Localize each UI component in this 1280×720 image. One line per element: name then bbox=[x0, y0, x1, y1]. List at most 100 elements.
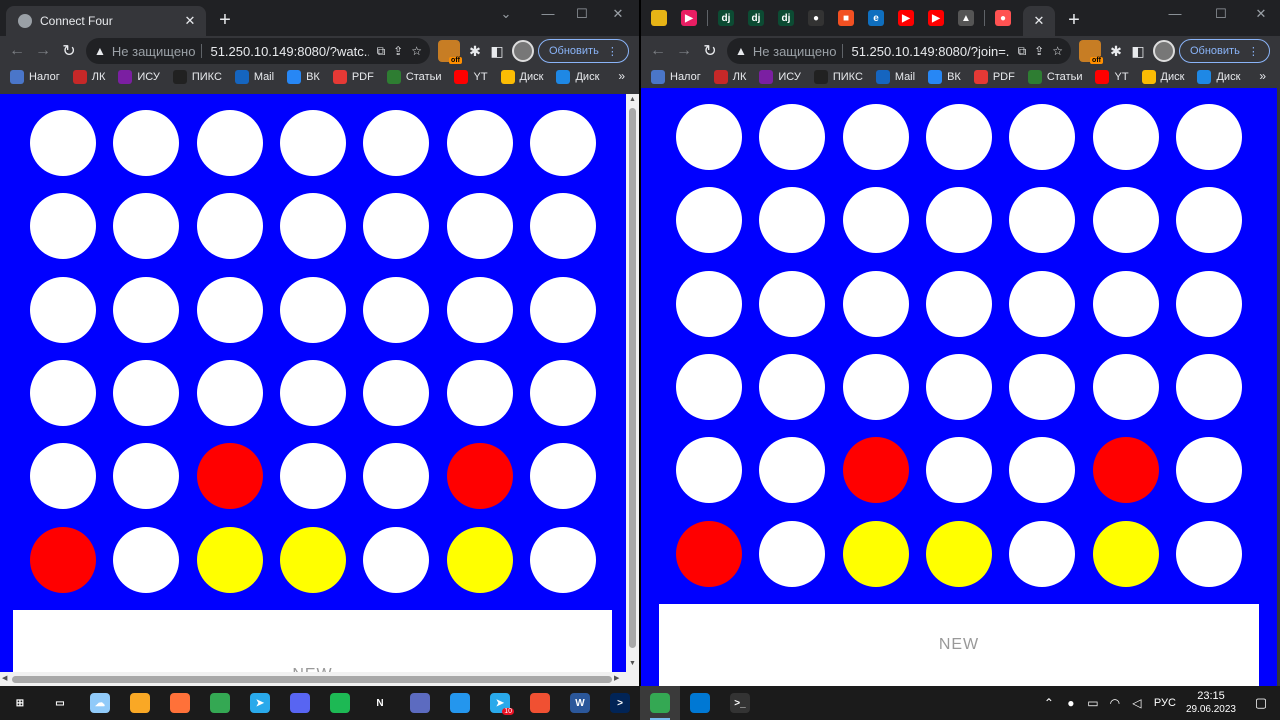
sidepanel-icon[interactable]: ◧ bbox=[1127, 40, 1149, 62]
bookmark-8[interactable]: YT bbox=[454, 70, 488, 84]
new-tab-button[interactable]: + bbox=[1062, 9, 1086, 33]
board-cell-r4-c4-empty[interactable] bbox=[1009, 437, 1076, 504]
board-cell-r0-c5-empty[interactable] bbox=[446, 110, 513, 176]
board-cell-r5-c4-empty[interactable] bbox=[1009, 520, 1076, 587]
extension-off-icon[interactable]: off bbox=[438, 40, 462, 64]
board-cell-r1-c2-empty[interactable] bbox=[842, 187, 909, 254]
forward-button[interactable]: → bbox=[30, 38, 56, 64]
board-cell-r5-c6-empty[interactable] bbox=[1175, 520, 1242, 587]
board-cell-r0-c5-empty[interactable] bbox=[1092, 104, 1159, 170]
board-cell-r2-c0-empty[interactable] bbox=[30, 276, 96, 343]
extension-off-icon[interactable]: off bbox=[1079, 40, 1103, 64]
close-window-button[interactable]: ✕ bbox=[1247, 4, 1275, 24]
update-button[interactable]: Обновить ⋮ bbox=[1179, 39, 1270, 63]
volume-icon[interactable]: ◁ bbox=[1127, 696, 1147, 710]
board-cell-r5-c1-empty[interactable] bbox=[759, 520, 826, 587]
board-cell-r3-c2-empty[interactable] bbox=[842, 353, 909, 420]
pinned-tab-3[interactable]: dj bbox=[744, 6, 768, 30]
translate-icon[interactable]: ⧉ bbox=[377, 44, 386, 59]
share-icon[interactable]: ⇪ bbox=[393, 44, 403, 58]
board-cell-r1-c0-empty[interactable] bbox=[30, 193, 96, 260]
board-cell-r4-c2-red[interactable] bbox=[842, 437, 909, 504]
board-cell-r1-c2-empty[interactable] bbox=[196, 193, 263, 260]
board-cell-r1-c6-empty[interactable] bbox=[529, 193, 596, 260]
bookmark-0[interactable]: Налог bbox=[10, 70, 60, 84]
start-button[interactable]: ⊞ bbox=[0, 686, 40, 720]
vertical-scrollbar[interactable]: ▲ ▼ bbox=[626, 94, 639, 686]
bookmark-2[interactable]: ИСУ bbox=[118, 70, 160, 84]
bookmark-0[interactable]: Налог bbox=[651, 70, 701, 84]
pinned-tab-5[interactable]: ● bbox=[804, 6, 828, 30]
chrome-button[interactable] bbox=[200, 686, 240, 720]
board-cell-r0-c0-empty[interactable] bbox=[676, 104, 742, 170]
minimize-button[interactable]: — bbox=[1161, 4, 1189, 24]
scroll-up-icon[interactable]: ▲ bbox=[626, 96, 639, 103]
vscode-button[interactable] bbox=[680, 686, 720, 720]
board-cell-r4-c1-empty[interactable] bbox=[113, 443, 180, 510]
board-cell-r4-c4-empty[interactable] bbox=[363, 443, 430, 510]
spotify-button[interactable] bbox=[320, 686, 360, 720]
board-cell-r5-c0-red[interactable] bbox=[676, 520, 742, 587]
bookmark-10[interactable]: Диск bbox=[556, 70, 599, 84]
board-cell-r2-c4-empty[interactable] bbox=[363, 276, 430, 343]
bookmark-10[interactable]: Диск bbox=[1197, 70, 1240, 84]
board-cell-r3-c1-empty[interactable] bbox=[759, 353, 826, 420]
horizontal-scrollbar[interactable]: ◀ ▶ bbox=[0, 672, 626, 686]
board-cell-r3-c6-empty[interactable] bbox=[1175, 353, 1242, 420]
board-cell-r2-c2-empty[interactable] bbox=[842, 270, 909, 337]
pinned-tab-7[interactable]: e bbox=[864, 6, 888, 30]
new-game-button[interactable]: NEW bbox=[659, 604, 1259, 686]
board-cell-r2-c6-empty[interactable] bbox=[1175, 270, 1242, 337]
bookmarks-overflow-icon[interactable]: » bbox=[618, 69, 625, 83]
minimize-button[interactable]: — bbox=[534, 4, 562, 24]
star-icon[interactable]: ☆ bbox=[1052, 44, 1063, 58]
avatar[interactable] bbox=[512, 40, 534, 62]
board-cell-r1-c1-empty[interactable] bbox=[759, 187, 826, 254]
notifications-icon[interactable]: ▢ bbox=[1248, 695, 1274, 711]
menu-kebab-icon[interactable]: ⋮ bbox=[1248, 45, 1259, 58]
forward-button[interactable]: → bbox=[671, 38, 697, 64]
board-cell-r5-c3-yellow[interactable] bbox=[925, 520, 992, 587]
board-cell-r1-c4-empty[interactable] bbox=[363, 193, 430, 260]
address-bar[interactable]: ▲ Не защищено 51.250.10.149:8080/?join=.… bbox=[727, 38, 1071, 64]
pinned-tab-11[interactable]: ● bbox=[991, 6, 1015, 30]
sidepanel-icon[interactable]: ◧ bbox=[486, 40, 508, 62]
task-view-button[interactable]: ▭ bbox=[40, 686, 80, 720]
pinned-tab-10[interactable]: ▲ bbox=[954, 6, 978, 30]
pinned-tab-4[interactable]: dj bbox=[774, 6, 798, 30]
board-cell-r1-c3-empty[interactable] bbox=[925, 187, 992, 254]
board-cell-r3-c0-empty[interactable] bbox=[676, 353, 742, 420]
board-cell-r4-c3-empty[interactable] bbox=[279, 443, 346, 510]
board-cell-r3-c0-empty[interactable] bbox=[30, 359, 96, 426]
board-cell-r1-c3-empty[interactable] bbox=[279, 193, 346, 260]
powershell-button[interactable]: > bbox=[600, 686, 640, 720]
board-cell-r0-c2-empty[interactable] bbox=[196, 110, 263, 176]
telegram-2-button[interactable]: ➤ 10 bbox=[480, 686, 520, 720]
docker-button[interactable] bbox=[440, 686, 480, 720]
board-cell-r0-c0-empty[interactable] bbox=[30, 110, 96, 176]
bookmark-3[interactable]: ПИКС bbox=[172, 70, 222, 84]
calculator-button[interactable] bbox=[400, 686, 440, 720]
new-tab-button[interactable]: + bbox=[213, 9, 237, 33]
board-cell-r4-c1-empty[interactable] bbox=[759, 437, 826, 504]
chevron-up-icon[interactable]: ⌃ bbox=[1039, 696, 1059, 710]
board-cell-r2-c1-empty[interactable] bbox=[113, 276, 180, 343]
board-cell-r5-c1-empty[interactable] bbox=[113, 526, 180, 593]
scroll-thumb[interactable] bbox=[629, 108, 636, 648]
board-cell-r5-c6-empty[interactable] bbox=[529, 526, 596, 593]
board-cell-r0-c3-empty[interactable] bbox=[925, 104, 992, 170]
board-cell-r5-c4-empty[interactable] bbox=[363, 526, 430, 593]
board-cell-r3-c1-empty[interactable] bbox=[113, 359, 180, 426]
pinned-tab-6[interactable]: ■ bbox=[834, 6, 858, 30]
bookmark-4[interactable]: Mail bbox=[875, 70, 915, 84]
translate-icon[interactable]: ⧉ bbox=[1018, 44, 1027, 59]
board-cell-r5-c3-yellow[interactable] bbox=[279, 526, 346, 593]
board-cell-r4-c3-empty[interactable] bbox=[925, 437, 992, 504]
language-indicator[interactable]: РУС bbox=[1154, 697, 1176, 709]
bookmark-7[interactable]: Статьи bbox=[386, 70, 441, 84]
bookmark-9[interactable]: Диск bbox=[500, 70, 543, 84]
menu-kebab-icon[interactable]: ⋮ bbox=[607, 45, 618, 58]
pinned-tab-8[interactable]: ▶ bbox=[894, 6, 918, 30]
board-cell-r5-c2-yellow[interactable] bbox=[842, 520, 909, 587]
board-cell-r3-c2-empty[interactable] bbox=[196, 359, 263, 426]
